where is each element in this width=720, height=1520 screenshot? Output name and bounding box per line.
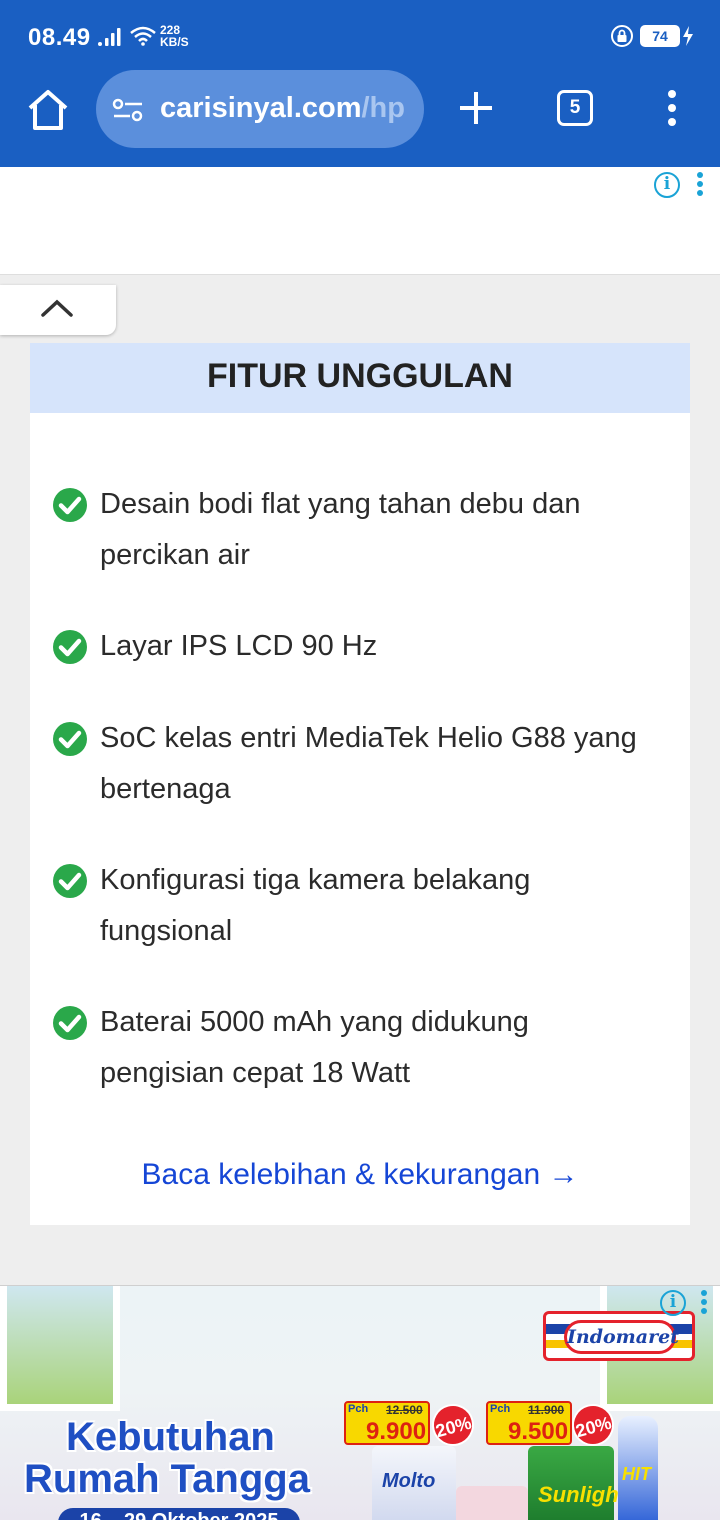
product-molto: Molto [372,1446,456,1520]
check-circle-icon [53,864,87,898]
check-circle-icon [53,630,87,664]
address-bar[interactable]: carisinyal.com/hp [96,70,424,148]
ad-options-icon[interactable] [696,172,704,198]
feature-text: Baterai 5000 mAh yang didukung pengisian… [100,1006,529,1089]
headline-line1: Kebutuhan [66,1415,275,1459]
check-circle-icon [53,488,87,522]
product-pack [456,1486,528,1520]
url-text: carisinyal.com/hp [160,92,405,125]
promo-date: 16 – 29 Oktober 2025 [58,1508,300,1520]
product-sunlight: Sunlight [528,1446,626,1520]
old-price: 12.500 [386,1403,423,1417]
window-illustration [0,1286,120,1411]
check-circle-icon [53,722,87,756]
wifi-icon [130,26,156,46]
battery-indicator: 74 [640,25,680,47]
charging-icon [683,26,693,46]
price-tag: Pch 11.900 9.500 [486,1401,572,1445]
indomaret-logo: Indomaret [543,1311,695,1361]
product-hit: HIT [618,1416,658,1520]
feature-text: Konfigurasi tiga kamera belakang fungsio… [100,864,531,947]
home-icon[interactable] [22,84,74,136]
network-speed: 228 KB/S [160,24,189,48]
discount-badge: 20% [427,1399,479,1451]
ad-options-icon[interactable] [700,1290,708,1316]
url-host: carisinyal.com [160,92,362,124]
price-tag: Pch 12.500 9.900 [344,1401,430,1445]
signal-icon [98,28,121,46]
ad-headline: Kebutuhan Rumah Tangga [24,1416,310,1500]
new-price: 9.500 [508,1418,569,1445]
old-price: 11.900 [528,1403,565,1417]
speed-unit: KB/S [160,35,189,49]
new-tab-icon[interactable] [456,88,496,128]
top-ad-banner[interactable]: i [0,167,720,275]
collapse-ad-button[interactable] [0,285,116,335]
brand-name: Indomaret [564,1320,679,1354]
price-unit: Pch [490,1403,511,1415]
url-path: /hp [361,92,406,124]
bottom-ad-banner[interactable]: Indomaret i Kebutuhan Rumah Tangga 16 – … [0,1285,720,1520]
card-header: FITUR UNGGULAN [30,343,690,413]
status-bar: 08.49 228 KB/S 74 [0,0,720,72]
browser-toolbar: carisinyal.com/hp 5 [0,70,720,167]
browser-chrome: 08.49 228 KB/S 74 carisinyal.com/hp 5 [0,0,720,167]
feature-text: Layar IPS LCD 90 Hz [100,630,378,662]
feature-card: FITUR UNGGULAN Desain bodi flat yang tah… [30,343,690,1225]
feature-text: SoC kelas entri MediaTek Helio G88 yang … [100,722,637,805]
ad-info-icon[interactable]: i [660,1290,686,1316]
tab-switcher-button[interactable]: 5 [557,90,593,126]
status-time: 08.49 [28,24,91,51]
lock-rotation-icon [611,25,633,47]
site-settings-icon[interactable] [112,96,144,124]
feature-text: Desain bodi flat yang tahan debu dan per… [100,488,581,571]
chevron-up-icon [41,299,73,317]
battery-level: 74 [642,27,678,45]
more-menu-icon[interactable] [660,88,684,128]
read-pros-cons-link[interactable]: Baca kelebihan & kekurangan → [30,1158,690,1192]
price-unit: Pch [348,1403,369,1415]
headline-line2: Rumah Tangga [24,1457,310,1501]
ad-info-icon[interactable]: i [654,172,680,198]
check-circle-icon [53,1006,87,1040]
new-price: 9.900 [366,1418,427,1445]
card-title: FITUR UNGGULAN [207,357,513,395]
